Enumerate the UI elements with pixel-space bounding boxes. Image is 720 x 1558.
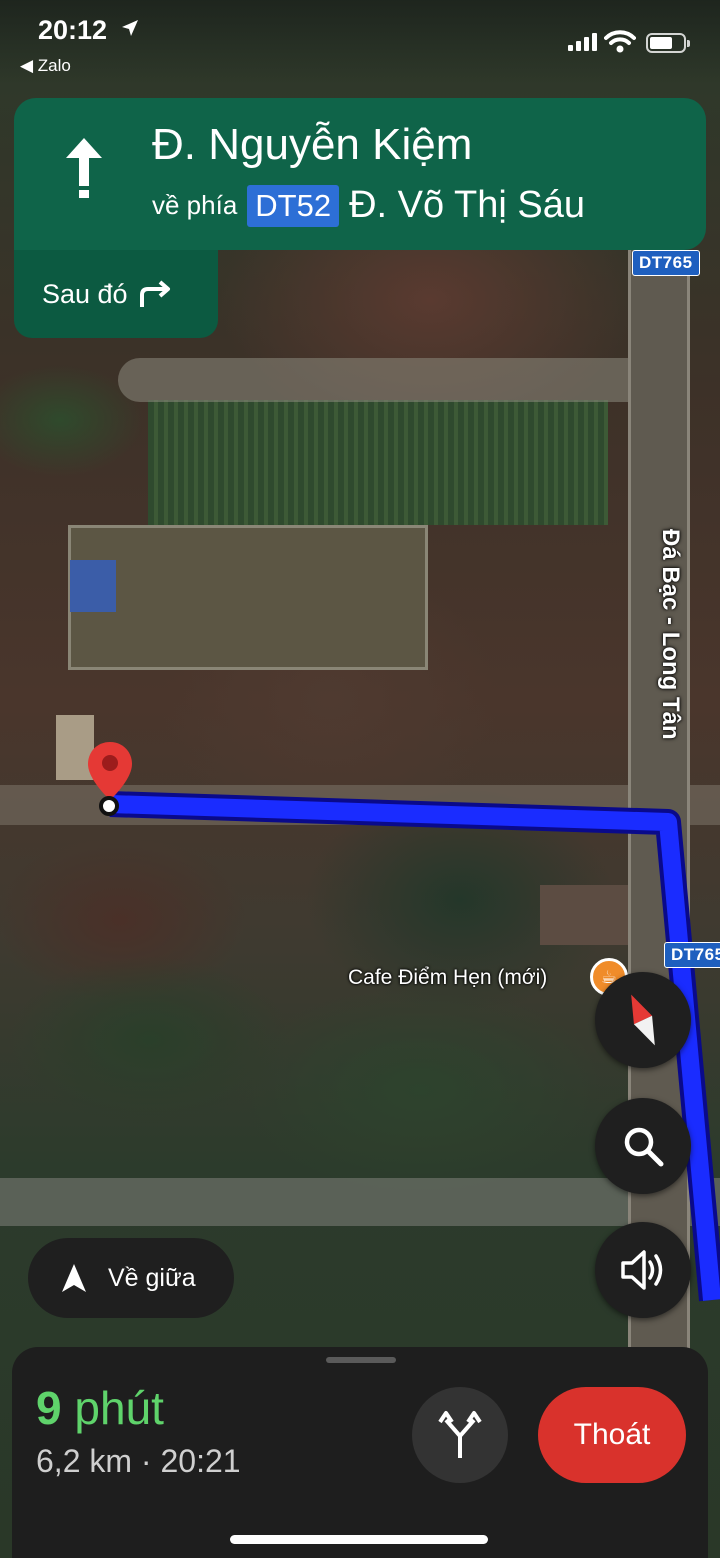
cellular-signal-icon — [568, 33, 597, 51]
road-name-label: Đá Bạc - Long Tân — [657, 529, 684, 740]
then-step-box[interactable]: Sau đó — [14, 250, 218, 338]
search-button[interactable] — [595, 1098, 691, 1194]
sound-button[interactable] — [595, 1222, 691, 1318]
toward-line: về phía DT52 Đ. Võ Thị Sáu — [152, 184, 585, 227]
speaker-icon — [621, 1250, 663, 1290]
wifi-icon — [604, 30, 636, 53]
navigation-arrow-icon — [62, 1264, 86, 1292]
route-fork-icon — [438, 1411, 482, 1458]
recenter-label: Về giữa — [108, 1263, 196, 1292]
toward-label: về phía — [152, 190, 238, 220]
toward-road-shield: DT52 — [247, 184, 340, 227]
battery-icon — [646, 33, 690, 53]
then-label: Sau đó — [42, 278, 128, 309]
eta-unit: phút — [74, 1382, 164, 1434]
status-bar: 20:12 ◀ Zalo — [0, 0, 720, 84]
trip-summary-sheet[interactable]: 9 phút 6,2 km · 20:21 Thoát — [12, 1347, 708, 1558]
alternate-routes-button[interactable] — [412, 1387, 508, 1483]
next-street-name: Đ. Nguyễn Kiệm — [152, 120, 473, 169]
road-shield-dt765-bottom: DT765 — [664, 942, 720, 968]
home-indicator[interactable] — [230, 1535, 488, 1544]
toward-road-name: Đ. Võ Thị Sáu — [349, 184, 585, 226]
route-start-dot — [99, 796, 119, 816]
eta-number: 9 — [36, 1382, 62, 1434]
search-icon — [624, 1127, 664, 1167]
poi-label[interactable]: Cafe Điểm Hẹn (mới) — [348, 966, 547, 990]
compass-icon — [631, 994, 655, 1046]
turn-right-icon — [139, 280, 170, 307]
compass-button[interactable] — [595, 972, 691, 1068]
eta-duration: 9 phút — [36, 1381, 164, 1435]
status-time: 20:12 — [38, 15, 108, 45]
sheet-grabber[interactable] — [326, 1357, 396, 1363]
straight-arrow-icon — [66, 138, 102, 198]
exit-navigation-button[interactable]: Thoát — [538, 1387, 686, 1483]
recenter-button[interactable]: Về giữa — [28, 1238, 234, 1318]
road-shield-dt765-top: DT765 — [632, 250, 700, 276]
eta-distance-arrival: 6,2 km · 20:21 — [36, 1443, 241, 1479]
navigation-banner[interactable]: Đ. Nguyễn Kiệm về phía DT52 Đ. Võ Thị Sá… — [14, 98, 706, 250]
location-arrow-icon — [122, 20, 138, 36]
destination-pin-icon — [88, 742, 132, 800]
back-to-app-link[interactable]: ◀ Zalo — [20, 56, 71, 76]
